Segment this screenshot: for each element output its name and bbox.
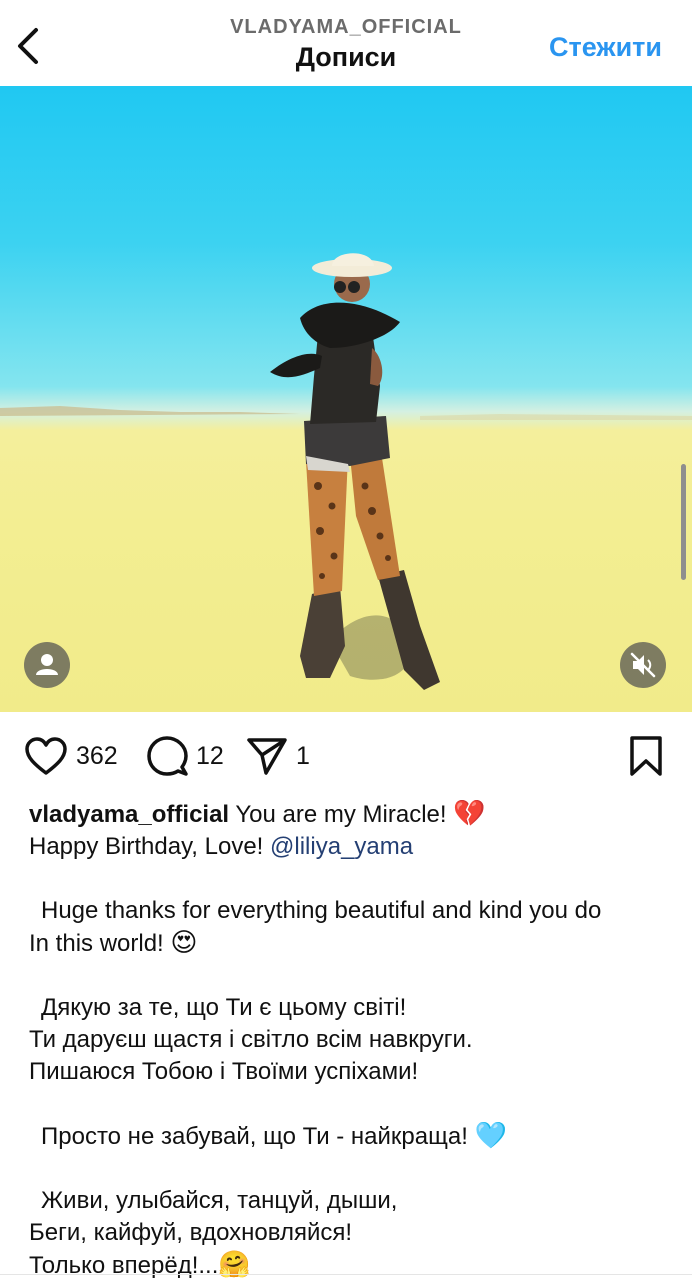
muted-speaker-icon <box>630 652 656 678</box>
caption-username[interactable]: vladyama_official <box>29 801 229 828</box>
post-caption: vladyama_official You are my Miracle! 💔 … <box>29 798 669 1282</box>
share-count: 1 <box>296 741 310 770</box>
user-tag-icon <box>36 654 58 675</box>
bookmark-icon <box>630 736 662 776</box>
like-button[interactable]: 362 <box>24 728 118 784</box>
caption-text: Просто не забувай, що Ти - найкраща! <box>41 1123 475 1150</box>
hugging-emoji: 🤗 <box>218 1250 251 1280</box>
caption-text: You are my Miracle! <box>229 801 454 828</box>
caption-text: Живи, улыбайся, танцуй, дыши, <box>41 1187 398 1214</box>
heart-icon <box>25 737 67 775</box>
follow-button[interactable]: Стежити <box>549 32 662 63</box>
like-count: 362 <box>76 741 118 770</box>
share-button[interactable]: 1 <box>246 728 310 784</box>
mention-link[interactable]: @liliya_yama <box>270 833 413 860</box>
caption-text: Беги, кайфуй, вдохновляйся! <box>29 1219 353 1246</box>
divider <box>0 1274 692 1275</box>
caption-text: In this world! <box>29 930 171 957</box>
user-tag-button[interactable] <box>24 642 70 688</box>
mute-button[interactable] <box>620 642 666 688</box>
post-photo[interactable] <box>0 86 692 712</box>
post-image <box>0 253 692 690</box>
caption-text: Happy Birthday, Love! <box>29 833 271 860</box>
scrollbar[interactable] <box>681 464 686 580</box>
save-button[interactable] <box>626 728 666 784</box>
comment-button[interactable]: 12 <box>146 728 224 784</box>
broken-heart-emoji: 💔 <box>453 799 486 829</box>
caption-text: Huge thanks for everything beautiful and… <box>41 897 602 924</box>
caption-text: Ти даруєш щастя і світло всім навкруги. <box>29 1026 473 1053</box>
paper-plane-icon <box>247 738 287 775</box>
comment-icon <box>147 736 188 776</box>
caption-text: Дякую за те, що Ти є цьому світі! <box>41 994 407 1021</box>
light-blue-heart-emoji: 🩵 <box>474 1121 507 1151</box>
heart-eyes-emoji: 😍 <box>170 928 198 958</box>
comment-count: 12 <box>196 741 224 770</box>
caption-text: Пишаюся Тобою і Твоїми успіхами! <box>29 1058 419 1085</box>
action-bar: 362 12 1 <box>0 728 692 784</box>
top-header: VLADYAMA_OFFICIAL Дописи Стежити <box>0 0 692 86</box>
